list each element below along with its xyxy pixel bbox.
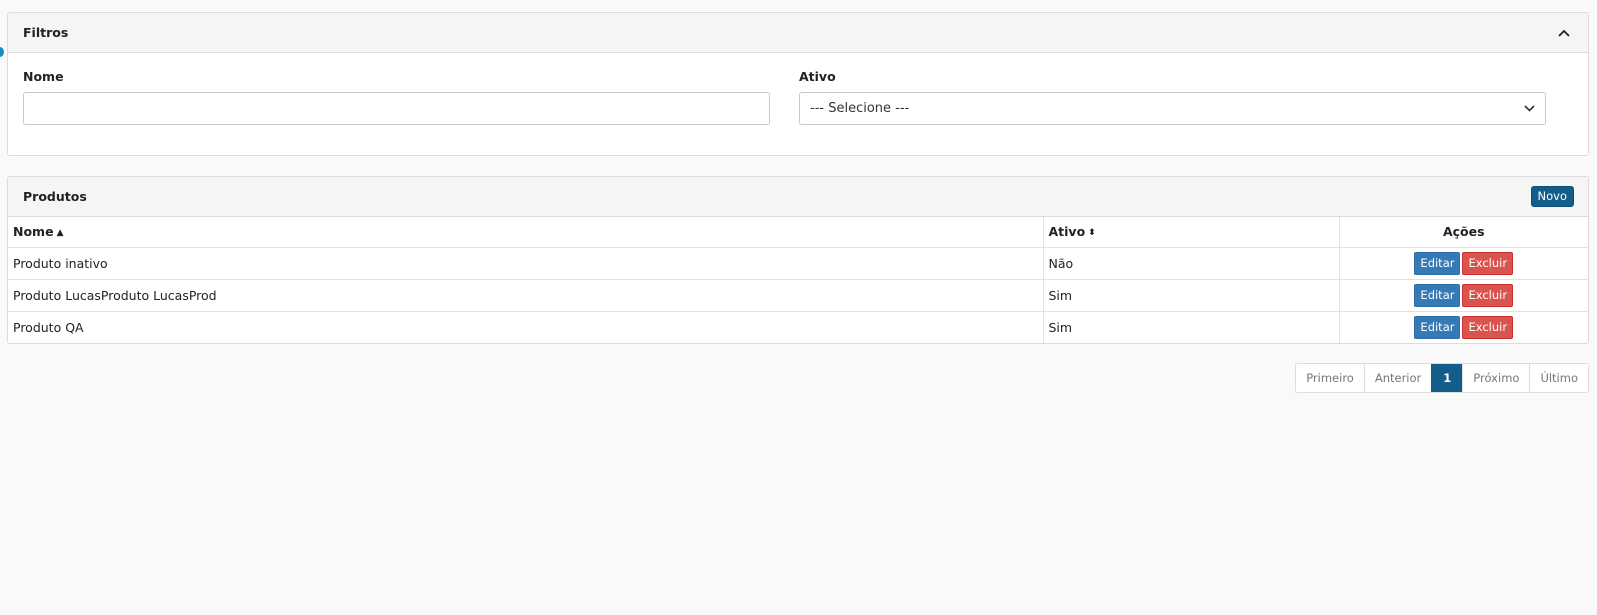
column-header-acoes: Ações xyxy=(1338,217,1588,248)
filters-body: Nome Ativo --- Selecione --- xyxy=(8,53,1588,156)
cell-acoes: Editar Excluir xyxy=(1338,279,1588,312)
chevron-down-icon xyxy=(1524,101,1535,116)
ativo-select-value: --- Selecione --- xyxy=(810,101,910,116)
ativo-select[interactable]: --- Selecione --- xyxy=(799,92,1546,125)
edit-button[interactable]: Editar xyxy=(1414,251,1461,275)
cell-nome: Produto QA xyxy=(13,319,84,335)
delete-button[interactable]: Excluir xyxy=(1462,283,1514,307)
table-row: Produto inativo Não Editar Excluir xyxy=(8,247,1588,280)
cell-ativo: Sim xyxy=(1042,311,1339,343)
column-header-ativo[interactable]: Ativo ⬍ xyxy=(1042,217,1339,248)
chevron-up-icon[interactable] xyxy=(1554,23,1574,43)
products-header: Produtos Novo xyxy=(8,177,1588,217)
cell-ativo: Não xyxy=(1042,247,1339,280)
column-header-nome[interactable]: Nome ▲ xyxy=(8,217,1043,248)
edit-button[interactable]: Editar xyxy=(1414,315,1461,339)
sort-both-icon: ⬍ xyxy=(1088,228,1096,239)
cell-acoes: Editar Excluir xyxy=(1338,247,1588,280)
cell-nome: Produto inativo xyxy=(8,247,1043,280)
products-panel: Produtos Novo Nome ▲ Ativo ⬍ Ações Produto… xyxy=(7,176,1589,344)
filters-title: Filtros xyxy=(23,25,69,40)
delete-button[interactable]: Excluir xyxy=(1462,315,1514,339)
table-row: Produto LucasProduto LucasProd Sim Edita… xyxy=(8,279,1588,312)
sort-asc-icon: ▲ xyxy=(56,228,64,239)
cell-acoes: Editar Excluir xyxy=(1338,311,1588,343)
ativo-filter: Ativo --- Selecione --- xyxy=(799,69,1546,125)
page-last[interactable]: Último xyxy=(1529,364,1588,392)
nome-label: Nome xyxy=(23,69,64,84)
cell-ativo: Sim xyxy=(1042,279,1339,312)
edge-indicator xyxy=(0,47,4,57)
column-header-nome-label: Nome xyxy=(13,224,54,240)
page-current[interactable]: 1 xyxy=(1431,364,1463,392)
nome-filter: Nome xyxy=(23,69,770,125)
delete-button[interactable]: Excluir xyxy=(1462,251,1514,275)
nome-input[interactable] xyxy=(23,92,770,125)
edit-button[interactable]: Editar xyxy=(1414,283,1461,307)
table-header-row: Nome ▲ Ativo ⬍ Ações xyxy=(8,217,1588,248)
products-title: Produtos xyxy=(23,189,87,204)
table-row: Produto QA Sim Editar Excluir xyxy=(8,311,1588,343)
new-product-button[interactable]: Novo xyxy=(1530,186,1574,207)
column-header-ativo-label: Ativo xyxy=(1048,224,1086,240)
products-table: Nome ▲ Ativo ⬍ Ações Produto inativo Não E… xyxy=(8,217,1588,343)
pagination: Primeiro Anterior 1 Próximo Último xyxy=(1295,363,1589,393)
ativo-label: Ativo xyxy=(799,69,836,84)
cell-nome: Produto LucasProduto LucasProd xyxy=(8,279,1043,312)
page-first[interactable]: Primeiro xyxy=(1296,364,1364,392)
filters-panel: Filtros Nome Ativo --- Selecione --- xyxy=(7,12,1589,156)
filters-header: Filtros xyxy=(8,13,1588,53)
page-previous[interactable]: Anterior xyxy=(1363,364,1432,392)
page-next[interactable]: Próximo xyxy=(1462,364,1530,392)
